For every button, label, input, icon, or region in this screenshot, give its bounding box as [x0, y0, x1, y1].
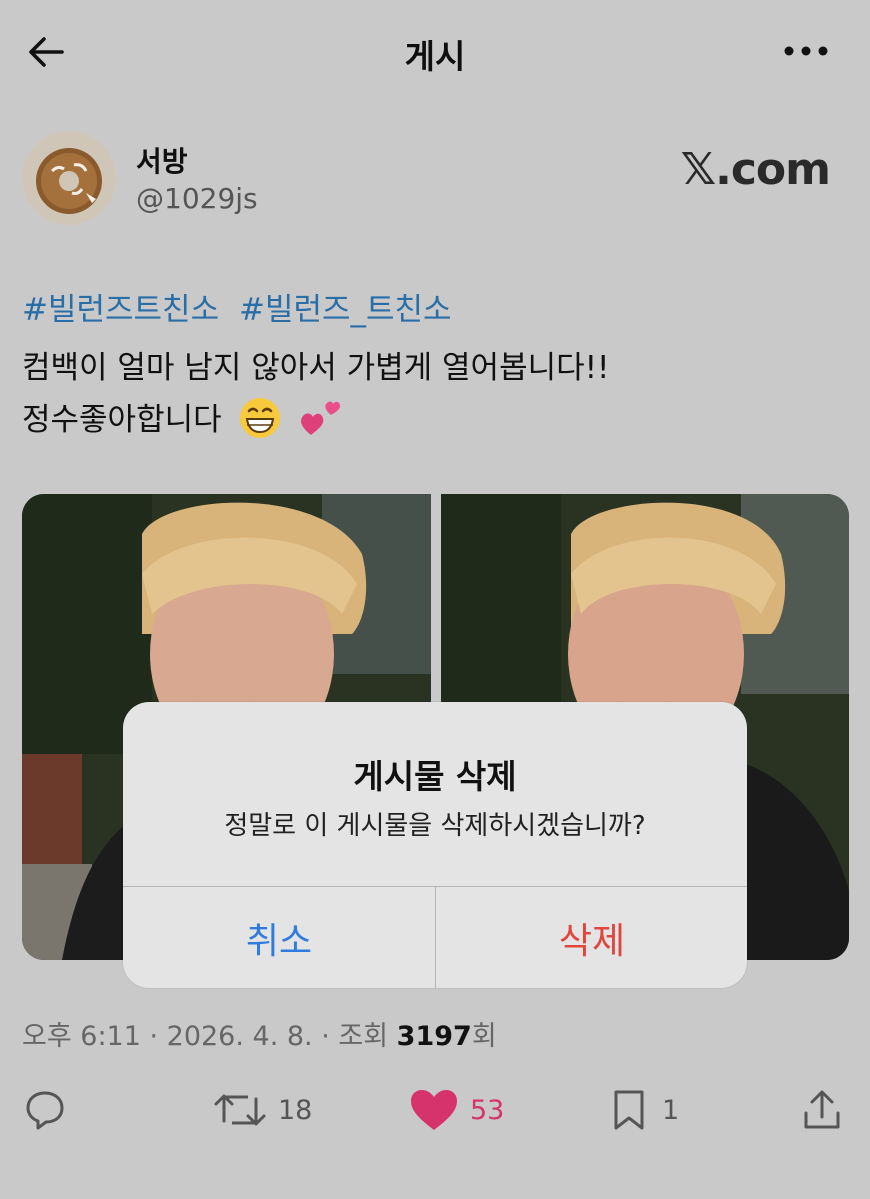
hashtags: #빌런즈트친소 #빌런즈_트친소: [22, 284, 462, 329]
cancel-button[interactable]: 취소: [123, 887, 435, 988]
post-text-line-2: 정수좋아합니다: [22, 394, 343, 449]
hashtag-link[interactable]: #빌런즈_트친소: [239, 292, 452, 328]
view-suffix: 회: [471, 1021, 497, 1052]
post-metadata: 오후 6:11 · 2026. 4. 8. · 조회 3197회: [22, 1014, 497, 1053]
reply-icon: [26, 1091, 64, 1130]
view-count: 3197: [396, 1021, 472, 1052]
two-hearts-emoji-icon: [297, 395, 343, 449]
dialog-title: 게시물 삭제: [353, 757, 517, 796]
dialog-message: 정말로 이 게시물을 삭제하시겠습니까?: [224, 811, 646, 841]
bookmark-icon: [614, 1090, 644, 1130]
page-title: 게시: [404, 37, 466, 76]
watermark: 𝕏.com: [680, 144, 831, 195]
post-text: 정수좋아합니다: [22, 402, 222, 438]
bookmark-count: 1: [662, 1094, 680, 1126]
reply-button[interactable]: [22, 1082, 78, 1138]
bookmark-button[interactable]: 1: [606, 1082, 679, 1138]
action-bar: 18 53 1: [0, 1082, 870, 1142]
delete-confirm-dialog: 게시물 삭제 정말로 이 게시물을 삭제하시겠습니까? 취소 삭제: [123, 702, 747, 988]
delete-button[interactable]: 삭제: [436, 887, 747, 988]
post-text-line: 컴백이 얼마 남지 않아서 가볍게 열어봅니다!!: [22, 350, 610, 386]
retweet-count: 18: [278, 1094, 313, 1126]
avatar[interactable]: [22, 131, 116, 225]
share-button[interactable]: [800, 1082, 854, 1138]
share-icon: [804, 1090, 840, 1129]
hashtag-link[interactable]: #빌런즈트친소: [22, 292, 219, 328]
top-bar: 게시: [0, 0, 870, 105]
heart-filled-icon: [411, 1090, 457, 1130]
retweet-button[interactable]: 18: [212, 1082, 312, 1138]
like-count: 53: [470, 1094, 505, 1126]
grinning-face-emoji-icon: [238, 396, 282, 448]
like-button[interactable]: 53: [408, 1082, 504, 1138]
author-handle[interactable]: @1029js: [136, 182, 258, 215]
more-options-icon[interactable]: [782, 36, 830, 66]
timestamp: 오후 6:11 · 2026. 4. 8. · 조회: [22, 1021, 389, 1052]
retweet-icon: [214, 1094, 266, 1126]
author-name[interactable]: 서방: [136, 140, 188, 180]
